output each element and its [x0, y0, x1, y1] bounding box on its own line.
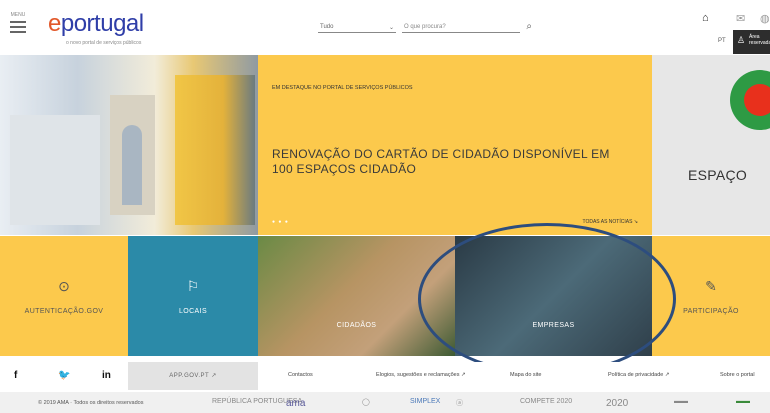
- mapa-site-link[interactable]: Mapa do site: [510, 372, 542, 378]
- contactos-link[interactable]: Contactos: [288, 372, 313, 378]
- tile-autenticacao[interactable]: ⊙ AUTENTICAÇÃO.GOV: [0, 236, 128, 356]
- site-header: MENU eportugal o novo portal de serviços…: [0, 0, 770, 55]
- arch-image: [110, 95, 155, 215]
- partner-logo: ◯: [362, 399, 370, 406]
- globe-icon[interactable]: ◍: [760, 12, 770, 25]
- map-icon: ⚐: [186, 278, 200, 294]
- search-select-value: Tudo: [320, 24, 334, 30]
- restricted-area-button[interactable]: ♙ Área reservada: [733, 30, 770, 54]
- hero-photo-lisbon: [0, 55, 258, 235]
- menu-button[interactable]: MENU: [10, 12, 26, 36]
- hamburger-icon: [10, 21, 26, 23]
- twitter-icon[interactable]: 🐦: [58, 370, 70, 381]
- simplex-logo: SIMPLEX: [410, 398, 441, 405]
- compete-logo: COMPETE 2020: [520, 398, 573, 405]
- chevron-down-icon: ⌄: [388, 25, 394, 31]
- tile-label: AUTENTICAÇÃO.GOV: [24, 308, 104, 315]
- hamburger-bar: [10, 31, 26, 33]
- site-footer: © 2019 AMA · Todos os direitos reservado…: [0, 392, 770, 413]
- hero-next-slide[interactable]: ESPAÇO: [652, 55, 770, 235]
- featured-kicker: EM DESTAQUE NO PORTAL DE SERVIÇOS PÚBLIC…: [272, 85, 413, 91]
- area-label: Área reservada: [749, 34, 770, 46]
- mail-icon[interactable]: ✉: [736, 12, 745, 25]
- home-icon[interactable]: ⌂: [702, 12, 709, 24]
- next-slide-text: ESPAÇO: [688, 167, 748, 183]
- app-gov-link[interactable]: APP.GOV.PT ↗: [128, 362, 258, 390]
- page: MENU eportugal o novo portal de serviços…: [0, 0, 770, 413]
- user-icon: ♙: [737, 35, 746, 45]
- all-news-link[interactable]: TODAS AS NOTÍCIAS ↘: [583, 219, 639, 225]
- menu-label: MENU: [10, 12, 26, 18]
- about-link[interactable]: Sobre o portal: [720, 372, 755, 378]
- logo-text: portugal: [60, 10, 144, 37]
- portugal2020-logo: 2020: [606, 398, 629, 409]
- building-yellow: [175, 75, 255, 225]
- espaco-cidadao-logo: [730, 70, 770, 130]
- ama-logo: ama: [286, 398, 306, 409]
- language-selector[interactable]: PT: [718, 38, 726, 44]
- logo-e: e: [48, 10, 61, 37]
- search-input[interactable]: O que procura?: [402, 24, 520, 33]
- logo-tagline: o novo portal de serviços públicos: [66, 40, 142, 46]
- carousel-dots[interactable]: ● ● ●: [272, 219, 289, 225]
- featured-title[interactable]: RENOVAÇÃO DO CARTÃO DE CIDADÃO DISPONÍVE…: [272, 147, 622, 177]
- eu-logo: ▬▬: [674, 398, 688, 405]
- tile-label: LOCAIS: [178, 308, 208, 315]
- elogios-link[interactable]: Elogios, sugestões e reclamações ↗: [376, 372, 466, 378]
- partner-logo: ▬▬: [736, 398, 750, 405]
- highlight-oval: [418, 223, 676, 375]
- search-bar: Tudo ⌄ O que procura? ⌕: [318, 21, 532, 38]
- fingerprint-icon: ⊙: [58, 278, 70, 294]
- building-left: [10, 115, 100, 225]
- eportugal-logo[interactable]: eportugal o novo portal de serviços públ…: [48, 10, 144, 46]
- linkedin-icon[interactable]: in: [102, 370, 111, 381]
- logo-word: eportugal: [48, 10, 144, 37]
- hamburger-bar: [10, 26, 26, 28]
- search-category-select[interactable]: Tudo ⌄: [318, 24, 396, 33]
- facebook-icon[interactable]: f: [14, 370, 17, 381]
- footer-links-row: f 🐦 in APP.GOV.PT ↗ Contactos Elogios, s…: [0, 362, 770, 390]
- featured-news[interactable]: EM DESTAQUE NO PORTAL DE SERVIÇOS PÚBLIC…: [258, 55, 652, 235]
- tile-locais[interactable]: ⚐ LOCAIS: [128, 236, 258, 356]
- copyright: © 2019 AMA · Todos os direitos reservado…: [38, 400, 144, 406]
- privacy-link[interactable]: Política de privacidade ↗: [608, 372, 669, 378]
- partner-logo: ⓐ: [456, 400, 463, 407]
- search-icon[interactable]: ⌕: [526, 21, 532, 32]
